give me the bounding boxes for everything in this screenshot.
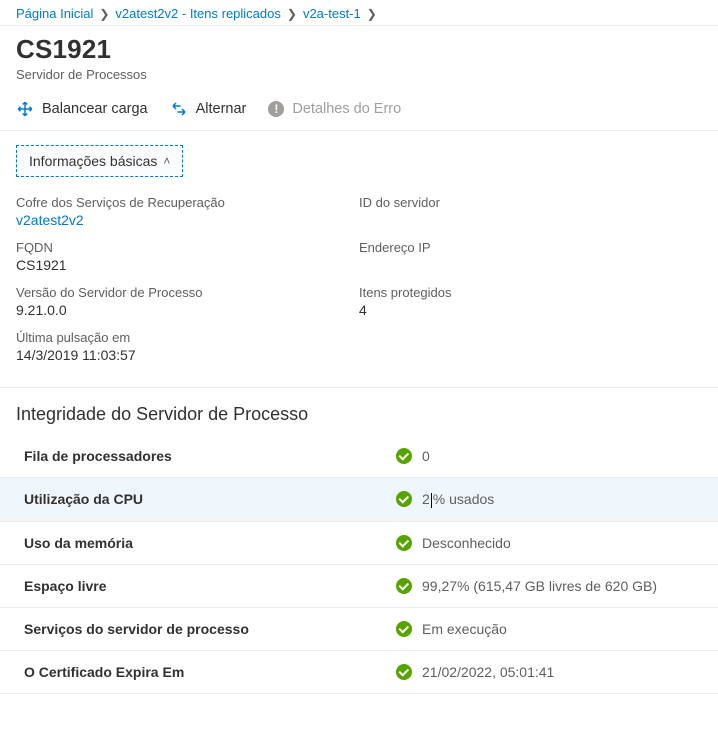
ip-label: Endereço IP (359, 240, 702, 255)
basic-info-panel: Cofre dos Serviços de Recuperação v2ates… (0, 181, 718, 387)
fqdn-label: FQDN (16, 240, 359, 255)
health-label: Serviços do servidor de processo (24, 621, 396, 637)
chevron-up-icon: ˄ (163, 154, 170, 168)
health-value: Em execução (422, 621, 507, 637)
health-label: O Certificado Expira Em (24, 664, 396, 680)
health-row-cert: O Certificado Expira Em 21/02/2022, 05:0… (0, 651, 718, 694)
health-label: Utilização da CPU (24, 491, 396, 507)
health-title: Integridade do Servidor de Processo (0, 388, 718, 435)
version-value: 9.21.0.0 (16, 302, 359, 318)
page-subtitle: Servidor de Processos (16, 67, 702, 82)
health-label: Espaço livre (24, 578, 396, 594)
basic-info-label: Informações básicas (29, 153, 157, 169)
status-ok-icon (396, 491, 412, 507)
server-id-label: ID do servidor (359, 195, 702, 210)
chevron-right-icon: ❯ (99, 7, 109, 21)
health-value: 21/02/2022, 05:01:41 (422, 664, 554, 680)
fqdn-value: CS1921 (16, 257, 359, 273)
health-value: 0 (422, 448, 430, 464)
health-label: Uso da memória (24, 535, 396, 551)
header: CS1921 Servidor de Processos (0, 26, 718, 92)
balance-load-label: Balancear carga (42, 101, 148, 117)
switch-button[interactable]: Alternar (170, 100, 247, 118)
health-row-freespace: Espaço livre 99,27% (615,47 GB livres de… (0, 565, 718, 608)
balance-load-button[interactable]: Balancear carga (16, 100, 148, 118)
vault-value[interactable]: v2atest2v2 (16, 212, 359, 228)
protected-label: Itens protegidos (359, 285, 702, 300)
heartbeat-value: 14/3/2019 11:03:57 (16, 347, 359, 363)
health-row-services: Serviços do servidor de processo Em exec… (0, 608, 718, 651)
info-icon: ! (268, 101, 284, 117)
health-list: Fila de processadores 0 Utilização da CP… (0, 435, 718, 694)
breadcrumb: Página Inicial ❯ v2atest2v2 - Itens repl… (0, 0, 718, 26)
breadcrumb-tail[interactable]: v2a-test-1 (303, 6, 361, 21)
health-row-queue: Fila de processadores 0 (0, 435, 718, 478)
status-ok-icon (396, 578, 412, 594)
health-value: 2% usados (422, 491, 494, 508)
error-details-button: ! Detalhes do Erro (268, 101, 401, 117)
breadcrumb-intermediate[interactable]: v2atest2v2 - Itens replicados (115, 6, 280, 21)
health-label: Fila de processadores (24, 448, 396, 464)
vault-label: Cofre dos Serviços de Recuperação (16, 195, 359, 210)
page-title: CS1921 (16, 34, 702, 65)
balance-icon (16, 100, 34, 118)
health-value: Desconhecido (422, 535, 511, 551)
health-row-cpu: Utilização da CPU 2% usados (0, 478, 718, 522)
status-ok-icon (396, 664, 412, 680)
health-row-memory: Uso da memória Desconhecido (0, 522, 718, 565)
status-ok-icon (396, 621, 412, 637)
basic-info-toggle[interactable]: Informações básicas ˄ (16, 145, 183, 177)
version-label: Versão do Servidor de Processo (16, 285, 359, 300)
text-caret (431, 493, 432, 508)
breadcrumb-home[interactable]: Página Inicial (16, 6, 93, 21)
status-ok-icon (396, 535, 412, 551)
switch-label: Alternar (196, 101, 247, 117)
protected-value: 4 (359, 302, 702, 318)
switch-icon (170, 100, 188, 118)
status-ok-icon (396, 448, 412, 464)
error-details-label: Detalhes do Erro (292, 101, 401, 117)
toolbar: Balancear carga Alternar ! Detalhes do E… (0, 92, 718, 131)
chevron-right-icon: ❯ (367, 7, 377, 21)
health-value: 99,27% (615,47 GB livres de 620 GB) (422, 578, 657, 594)
chevron-right-icon: ❯ (287, 7, 297, 21)
heartbeat-label: Última pulsação em (16, 330, 359, 345)
